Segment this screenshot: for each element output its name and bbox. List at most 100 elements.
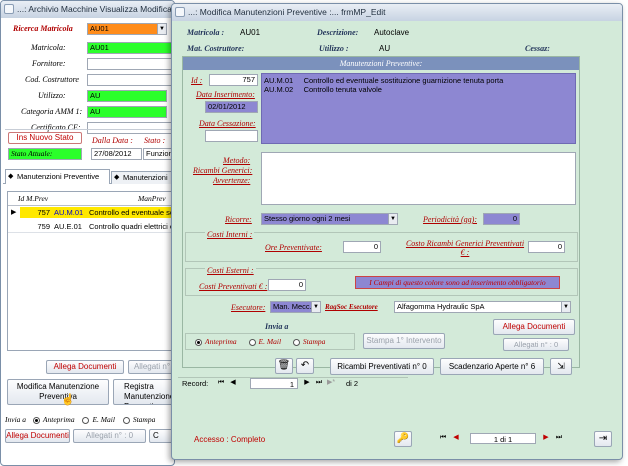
radio-stampa[interactable]: Stampa	[292, 337, 325, 346]
radio-checked-icon	[195, 338, 202, 346]
stampa-intervento-button[interactable]: Stampa 1° Intervento	[363, 333, 445, 349]
registra-manutenzione-button[interactable]: Registra Manutenzione Preventiva	[113, 379, 174, 405]
matricola-label: Matricola :	[187, 28, 225, 37]
id-label: Id :	[191, 76, 203, 85]
mouse-cursor-icon: ☝	[61, 394, 75, 406]
archive-window-titlebar[interactable]: ...: Archivio Macchine Visualizza Modifi…	[1, 1, 174, 18]
first-page-icon[interactable]: ⏮	[438, 433, 448, 443]
tab-icon: ◆	[8, 173, 14, 180]
bottom-pager: ⏮ ◀ 1 di 1 ▶ ⏭	[438, 433, 568, 445]
delete-button[interactable]: 🗑	[275, 358, 293, 374]
exit-button[interactable]: ⇥	[594, 431, 612, 447]
costi-preventivati-field[interactable]: 0	[268, 279, 306, 291]
record-navigator: Record: ⏮ ◀ 1 ▶ ⏭ ▶* di 2	[178, 377, 408, 389]
chevron-down-icon[interactable]: ▼	[388, 214, 397, 224]
field-categoria[interactable]: AU	[87, 106, 167, 118]
field-utilizzo[interactable]: AU	[87, 90, 167, 102]
last-page-icon[interactable]: ⏭	[554, 433, 564, 443]
ins-stato-button[interactable]: Ins Nuovo Stato	[8, 132, 82, 144]
key-icon: 🔑	[396, 433, 410, 444]
field-fornitore[interactable]	[87, 58, 174, 70]
allega-documenti-button-2[interactable]: Allega Documenti	[5, 429, 70, 443]
chevron-down-icon[interactable]: ▼	[311, 302, 320, 312]
radio-anteprima[interactable]: Anteprima	[195, 337, 237, 346]
radio-anteprima[interactable]: Anteprima	[32, 415, 75, 424]
allegati-button[interactable]: Allegati n° : 0	[503, 338, 569, 351]
pager-field[interactable]: 1 di 1	[470, 433, 536, 444]
chevron-down-icon[interactable]: ▼	[561, 302, 570, 312]
ricambi-preventivati-button[interactable]: Ricambi Preventivati n° 0	[330, 358, 434, 375]
metodo-textarea[interactable]	[261, 152, 576, 205]
radio-email[interactable]: E. Mail	[248, 337, 281, 346]
tab-manutenzioni[interactable]: ◆ Manutenzioni	[111, 171, 174, 184]
id-field[interactable]: 757	[209, 74, 258, 86]
row-id: 757	[20, 207, 52, 218]
data-cessazione-field[interactable]	[205, 130, 258, 142]
allega-documenti-button[interactable]: Allega Documenti	[46, 360, 124, 374]
table-row[interactable]: ▶ 757 AU.M.01 Controllo ed eventuale sos	[8, 207, 174, 219]
data-inserimento-label: Data Inserimento:	[196, 90, 255, 99]
periodicita-field[interactable]: 0	[483, 213, 520, 225]
ragsoc-combo[interactable]: Alfagomma Hydraulic SpA ▼	[394, 301, 571, 313]
dalla-data-label: Dalla Data :	[92, 136, 133, 145]
maintenance-table: Id M.Prev ManPrev ▶ 757 AU.M.01 Controll…	[7, 191, 174, 351]
tab-strip: ◆ Manutenzioni Preventive ◆ Manutenzioni	[3, 168, 174, 184]
search-combo[interactable]: AU01 ▼	[87, 23, 167, 35]
new-record-icon[interactable]: ▶*	[326, 378, 336, 388]
field-label-matricola: Matricola:	[31, 43, 66, 52]
chevron-down-icon[interactable]: ▼	[157, 24, 166, 34]
prev-record-icon[interactable]: ◀	[228, 378, 238, 388]
allegati-button-2[interactable]: Allegati n° : 0	[73, 429, 146, 443]
row-selector-icon: ▶	[11, 209, 17, 216]
ore-preventivate-label: Ore Preventivate:	[265, 243, 322, 252]
table-row[interactable]: 759 AU.E.01 Controllo quadri elettrici e	[8, 221, 174, 233]
radio-email[interactable]: E. Mail	[82, 415, 115, 424]
field-certificato[interactable]	[87, 122, 174, 134]
field-label-fornitore: Fornitore:	[32, 59, 66, 68]
trash-icon: 🗑	[277, 360, 291, 371]
prev-page-icon[interactable]: ◀	[451, 433, 461, 443]
undo-icon: ↶	[300, 360, 310, 371]
scadenzario-aperte-button[interactable]: Scadenzario Aperte n° 6	[440, 358, 544, 375]
description-box[interactable]: AU.M.01 Controllo ed eventuale sostituzi…	[261, 73, 576, 144]
record-of: di 2	[346, 379, 359, 388]
cessaz-label: Cessaz:	[525, 44, 550, 53]
matricola-value: AU01	[240, 28, 261, 37]
esecutore-combo[interactable]: Man. Mecc. ▼	[270, 301, 321, 313]
export-button[interactable]: ⇲	[550, 358, 572, 375]
mat-costruttore-label: Mat. Costruttore:	[187, 44, 245, 53]
dalla-data-field[interactable]: 27/08/2012	[91, 148, 142, 160]
field-matricola[interactable]: AU01	[87, 42, 174, 54]
row-code: AU.E.01	[54, 222, 82, 231]
data-inserimento-field[interactable]: 02/01/2012	[205, 101, 258, 113]
record-number-field[interactable]: 1	[250, 378, 298, 389]
tab-manutenzioni-preventive[interactable]: ◆ Manutenzioni Preventive	[5, 169, 110, 184]
ore-preventivate-field[interactable]: 0	[343, 241, 381, 253]
ragsoc-label: RagSoc Esecutore	[325, 303, 378, 311]
description-line: AU.M.02 Controllo tenuta valvole	[264, 85, 382, 94]
next-page-icon[interactable]: ▶	[541, 433, 551, 443]
allega-documenti-button[interactable]: Allega Documenti	[493, 319, 575, 335]
invia-label: Invia a	[5, 415, 27, 424]
accesso-label: Accesso : Completo	[194, 435, 266, 444]
costi-interni-label: Costi Interni :	[205, 230, 255, 239]
undo-button[interactable]: ↶	[296, 358, 314, 374]
edit-window-titlebar[interactable]: ...: Modifica Manutenzioni Preventive :.…	[172, 4, 622, 21]
periodicita-label: Periodicità (gg):	[423, 215, 477, 224]
table-header: Id M.Prev ManPrev	[8, 192, 174, 206]
radio-stampa[interactable]: Stampa	[122, 415, 155, 424]
last-record-icon[interactable]: ⏭	[314, 378, 324, 388]
modifica-manutenzione-button[interactable]: Modifica Manutenzione Preventiva	[7, 379, 109, 405]
costo-ricambi-field[interactable]: 0	[528, 241, 565, 253]
field-cod-costruttore[interactable]	[87, 74, 174, 86]
allegati-button[interactable]: Allegati n°	[128, 360, 174, 374]
first-record-icon[interactable]: ⏮	[216, 378, 226, 388]
help-button[interactable]: 🔑	[394, 431, 412, 447]
record-label: Record:	[182, 379, 209, 388]
edit-window-title: ...: Modifica Manutenzioni Preventive :.…	[188, 7, 386, 17]
field-label-certificato: Certificato CE:	[31, 123, 81, 132]
col-header-manprev: ManPrev	[138, 194, 166, 203]
ricorre-combo[interactable]: Stesso giorno ogni 2 mesi ▼	[261, 213, 398, 225]
stato-label: Stato :	[144, 136, 166, 145]
next-record-icon[interactable]: ▶	[302, 378, 312, 388]
